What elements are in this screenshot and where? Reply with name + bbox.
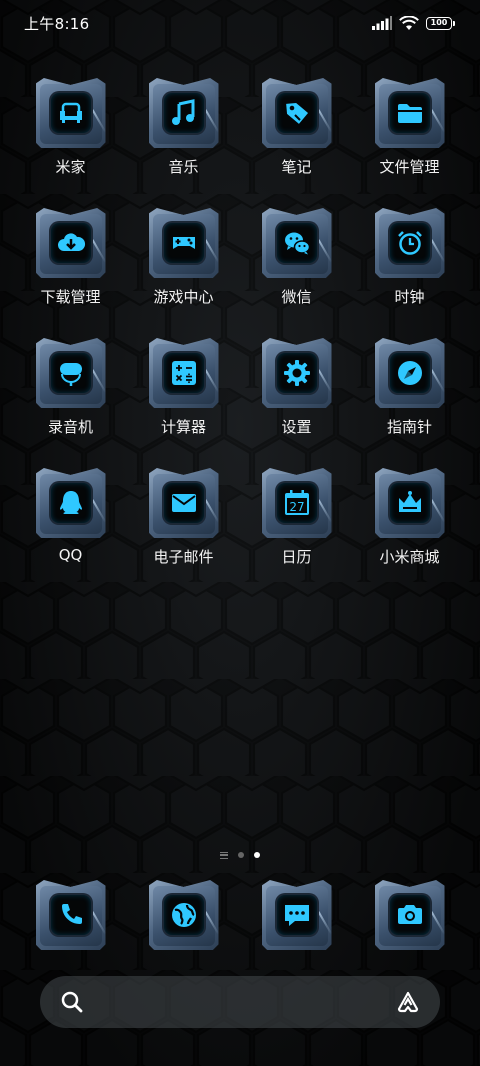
app-label: 笔记 (281, 158, 312, 176)
app-tile (35, 338, 106, 408)
app-tile: 27 (261, 468, 332, 538)
music-note-icon (171, 99, 194, 125)
app-tile (35, 78, 106, 148)
app-tile (261, 208, 332, 278)
calculator-icon (171, 361, 196, 385)
app-label: 时钟 (394, 288, 425, 306)
app-settings[interactable]: 设置 (240, 338, 353, 468)
sofa-icon (59, 102, 82, 123)
page-minus-one-indicator[interactable] (220, 851, 228, 859)
dock-phone[interactable] (14, 880, 127, 950)
app-mijia[interactable]: 米家 (14, 78, 127, 208)
app-grid: 米家 音乐 笔记 文件管理 下载管理 游戏中心 微信 时钟 录音机 计算器 设置… (14, 78, 466, 598)
app-label: 录音机 (47, 418, 93, 436)
phone-icon (61, 904, 82, 924)
app-tile (374, 208, 445, 278)
app-tile (35, 880, 106, 950)
dock-messages[interactable] (240, 880, 353, 950)
gear-icon (283, 360, 310, 386)
app-tile (374, 338, 445, 408)
app-mi-store[interactable]: 小米商城 (353, 468, 466, 598)
cloud-download-icon (57, 233, 85, 251)
app-label: 指南针 (386, 418, 432, 436)
app-file-manager[interactable]: 文件管理 (353, 78, 466, 208)
status-icons: 100 (372, 15, 455, 31)
app-label: 文件管理 (379, 158, 440, 176)
app-qq[interactable]: QQ (14, 468, 127, 598)
app-tile (35, 208, 106, 278)
app-tile (148, 880, 219, 950)
wechat-icon (284, 232, 310, 255)
calendar-icon: 27 (284, 490, 309, 515)
app-tile (148, 208, 219, 278)
app-compass[interactable]: 指南针 (353, 338, 466, 468)
signal-icon (372, 16, 392, 30)
app-tile (374, 468, 445, 538)
tag-icon (285, 103, 308, 124)
battery-icon: 100 (426, 16, 455, 30)
penguin-icon (59, 491, 82, 514)
app-label: 设置 (281, 418, 312, 436)
dock-camera[interactable] (353, 880, 466, 950)
app-tile (261, 338, 332, 408)
app-label: 电子邮件 (153, 548, 214, 566)
app-wechat[interactable]: 微信 (240, 208, 353, 338)
app-email[interactable]: 电子邮件 (127, 468, 240, 598)
app-notes[interactable]: 笔记 (240, 78, 353, 208)
app-tile (148, 338, 219, 408)
app-label: 下载管理 (40, 288, 101, 306)
app-label: 游戏中心 (153, 288, 214, 306)
app-music[interactable]: 音乐 (127, 78, 240, 208)
status-bar: 上午8:16 100 (0, 0, 480, 46)
page-indicator[interactable] (0, 848, 480, 862)
app-label: 小米商城 (379, 548, 440, 566)
app-tile (148, 468, 219, 538)
app-tile (374, 880, 445, 950)
globe-icon (171, 903, 196, 927)
app-tile (35, 468, 106, 538)
calendar-day: 27 (289, 500, 304, 514)
app-label: QQ (58, 546, 83, 564)
app-label: 音乐 (168, 158, 199, 176)
app-label: 日历 (281, 548, 312, 566)
envelope-icon (171, 494, 196, 512)
page-dot-2[interactable] (254, 852, 260, 858)
wifi-icon (399, 15, 419, 30)
app-tile (374, 78, 445, 148)
page-dot-1[interactable] (238, 852, 244, 858)
app-tile (148, 78, 219, 148)
app-label: 计算器 (160, 418, 206, 436)
assistant-icon[interactable] (396, 990, 420, 1014)
compass-icon (397, 361, 422, 385)
status-time: 上午8:16 (24, 14, 90, 33)
message-icon (284, 905, 309, 926)
app-calculator[interactable]: 计算器 (127, 338, 240, 468)
app-tile (261, 78, 332, 148)
app-tile (261, 880, 332, 950)
app-clock[interactable]: 时钟 (353, 208, 466, 338)
camera-icon (397, 905, 422, 924)
dock (14, 880, 466, 950)
search-bar[interactable] (40, 976, 440, 1028)
dock-browser[interactable] (127, 880, 240, 950)
app-recorder[interactable]: 录音机 (14, 338, 127, 468)
folder-icon (397, 104, 422, 123)
microphone-icon (59, 363, 82, 386)
alarm-clock-icon (397, 231, 422, 255)
gamepad-icon (172, 237, 195, 249)
search-icon[interactable] (60, 990, 84, 1014)
crown-icon (398, 491, 421, 512)
app-game-center[interactable]: 游戏中心 (127, 208, 240, 338)
app-calendar[interactable]: 27 日历 (240, 468, 353, 598)
app-label: 米家 (55, 158, 86, 176)
app-label: 微信 (281, 288, 312, 306)
app-downloads[interactable]: 下载管理 (14, 208, 127, 338)
